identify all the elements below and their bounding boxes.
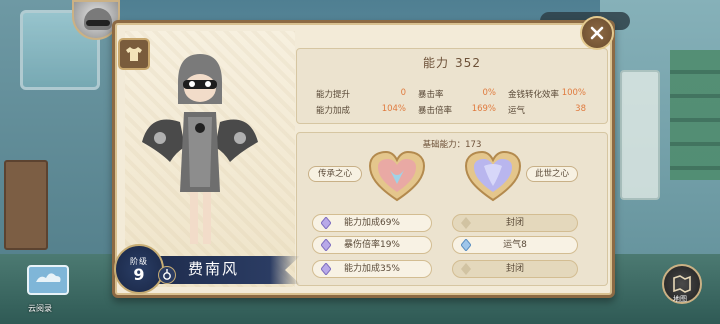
locked-crystal-icon [461,217,471,229]
world-heart-gem-icon[interactable] [462,148,524,204]
power-label: 能力 [423,56,450,70]
map-label: 地图 [673,295,687,303]
inherit-slot-2[interactable]: 暴伤倍率19% [312,236,432,254]
gender-icon [158,266,176,284]
inherit-heart-tag[interactable]: 传承之心 [308,166,362,182]
inherit-slot-3[interactable]: 能力加成35% [312,260,432,278]
outfit-icon[interactable] [118,38,150,70]
crystal-icon [321,217,331,229]
stat-label: 金钱转化效率 [508,90,560,100]
slot-label: 封闭 [505,218,524,228]
crystal-icon [461,239,471,251]
stat-label: 运气 [508,106,526,116]
slot-label: 能力加成69% [343,218,400,228]
world-slot-1[interactable]: 封闭 [452,214,578,232]
crystal-icon [321,263,331,275]
slot-label: 能力加成35% [343,264,400,274]
world-heart-tag[interactable]: 此世之心 [526,166,578,182]
power-value: 352 [455,56,481,70]
stat-value: 0 [400,88,406,98]
world-slot-3[interactable]: 封闭 [452,260,578,278]
stage-value: 9 [133,265,145,284]
stage-badge: 阶级 9 [114,244,164,294]
stat-value: 104% [381,104,406,114]
character-figure [142,54,258,244]
slot-label: 运气8 [503,240,527,250]
inherit-slot-1[interactable]: 能力加成69% [312,214,432,232]
stats-grid: 能力提升 0 暴击率 0% 金钱转化效率 100% 能力加成 104% 暴击倍率… [316,88,586,116]
base-power-text: 基础能力： [422,140,466,150]
slot-label: 暴伤倍率19% [343,240,400,250]
locked-crystal-icon [461,263,471,275]
map-icon [673,275,691,293]
stat-label: 暴击倍率 [418,106,453,116]
bookshelf [670,50,720,180]
power-title: 能力 352 [296,54,608,71]
cloud-book-label: 云阅录 [28,304,52,313]
stat-label: 暴击率 [418,90,444,100]
close-button[interactable] [580,16,614,50]
slot-label: 封闭 [505,264,524,274]
crystal-icon [321,239,331,251]
stat-label: 能力提升 [316,90,351,100]
stat-value: 38 [575,104,586,114]
character-name: 费南风 [188,260,240,278]
cabinet [620,70,660,200]
world-slot-2[interactable]: 运气8 [452,236,578,254]
base-power-label: 基础能力：173 [296,138,608,150]
stat-value: 100% [561,88,586,98]
inherit-heart-gem-icon[interactable] [366,148,428,204]
close-icon [590,26,604,40]
left-shelf [4,160,48,250]
stat-value: 169% [471,104,496,114]
stat-label: 能力加成 [316,106,351,116]
cloud-book-icon[interactable] [22,260,74,300]
stat-value: 0% [482,88,497,98]
